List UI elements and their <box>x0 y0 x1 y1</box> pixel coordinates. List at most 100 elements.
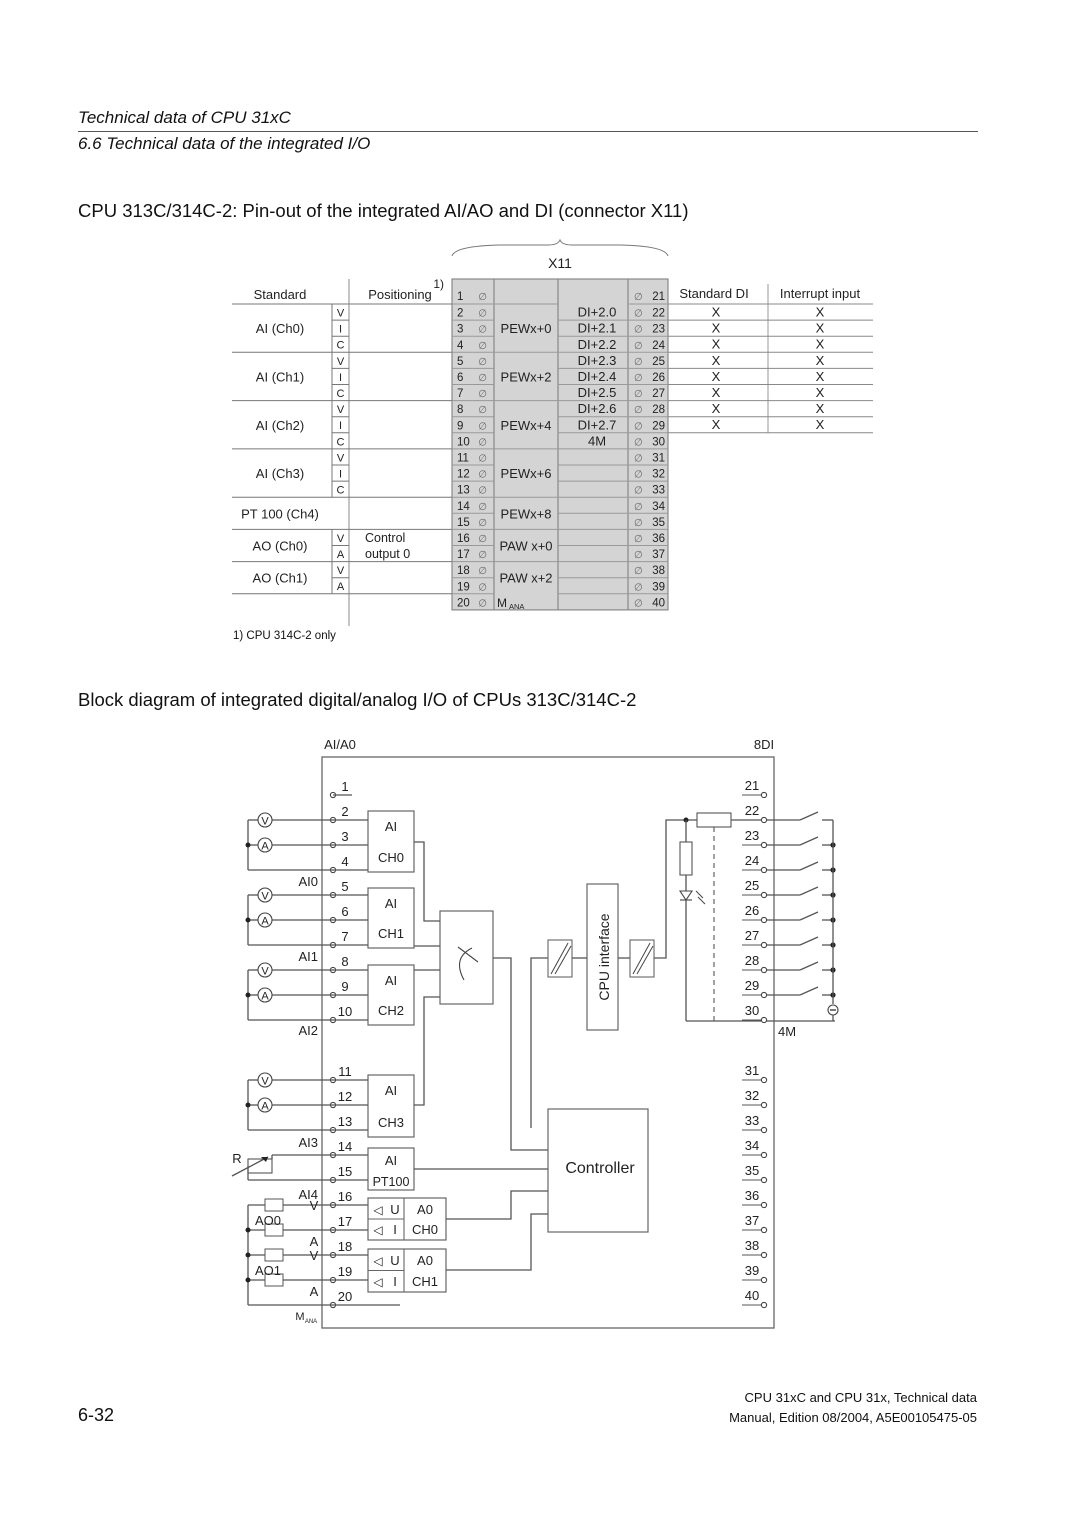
terminal-icon <box>760 1076 768 1084</box>
ao-block-channel: CH0 <box>412 1222 438 1237</box>
terminal-number: 19 <box>338 1264 352 1279</box>
group-label: AI3 <box>298 1135 318 1150</box>
terminal-number: 4 <box>341 854 348 869</box>
ao-group-label: AO1 <box>255 1263 281 1278</box>
led-ray <box>697 896 706 905</box>
terminal-number: 3 <box>341 829 348 844</box>
voltmeter-symbol: V <box>261 891 269 903</box>
ammeter-symbol: A <box>261 916 269 928</box>
ai-block-channel: CH1 <box>378 926 404 941</box>
switch-contact-icon <box>799 961 819 971</box>
terminal-icon <box>760 941 768 949</box>
ammeter-symbol: A <box>261 991 269 1003</box>
terminal-number: 2 <box>341 804 348 819</box>
ao-a-label: A <box>310 1284 319 1299</box>
switch-contact-icon <box>799 811 819 821</box>
voltmeter-symbol: V <box>261 816 269 828</box>
ai-block-label: AI <box>385 1153 397 1168</box>
ai-block-label: AI <box>385 1083 397 1098</box>
terminal-number: 34 <box>745 1138 759 1153</box>
ao-v-label: V <box>310 1198 319 1213</box>
terminal-icon <box>760 1176 768 1184</box>
dac-triangle-icon: ◁ <box>373 1223 383 1237</box>
terminal-number: 28 <box>745 953 759 968</box>
terminal-number: 31 <box>745 1063 759 1078</box>
junction-dot <box>245 1252 251 1258</box>
terminal-icon <box>760 891 768 899</box>
wire <box>446 1190 548 1220</box>
terminal-number: 17 <box>338 1214 352 1229</box>
ai-block-channel: CH2 <box>378 1003 404 1018</box>
terminal-number: 25 <box>745 878 759 893</box>
dac-triangle-icon: ◁ <box>373 1254 383 1268</box>
page-number: 6-32 <box>78 1405 115 1425</box>
terminal-number: 30 <box>745 1003 759 1018</box>
ao-current-label: I <box>393 1222 397 1237</box>
ammeter-symbol: A <box>261 1101 269 1113</box>
terminal-number: 38 <box>745 1238 759 1253</box>
load-resistor-icon <box>264 1248 284 1262</box>
terminal-icon <box>760 1276 768 1284</box>
ai-block-channel: CH0 <box>378 850 404 865</box>
ao-block-label: A0 <box>417 1253 433 1268</box>
group-label: AI0 <box>298 874 318 889</box>
terminal-icon <box>760 916 768 924</box>
load-resistor-icon <box>264 1198 284 1212</box>
label-8di: 8DI <box>754 737 774 752</box>
switch-contact-icon <box>799 936 819 946</box>
terminal-number: 16 <box>338 1189 352 1204</box>
switch-contact-icon <box>799 861 819 871</box>
voltmeter-symbol: V <box>261 966 269 978</box>
input-resistor-icon <box>696 812 732 828</box>
group-label: AI2 <box>298 1023 318 1038</box>
resistor-label: R <box>232 1151 241 1166</box>
terminal-icon <box>760 1016 768 1024</box>
terminal-number: 26 <box>745 903 759 918</box>
switch-contact-icon <box>799 986 819 996</box>
terminal-number: 13 <box>338 1114 352 1129</box>
terminal-number: 1 <box>341 779 348 794</box>
terminal-number: 36 <box>745 1188 759 1203</box>
terminal-icon <box>760 866 768 874</box>
footer-title: CPU 31xC and CPU 31x, Technical data <box>744 1390 977 1405</box>
terminal-icon <box>760 966 768 974</box>
dac-triangle-icon: ◁ <box>373 1275 383 1289</box>
terminal-number: 12 <box>338 1089 352 1104</box>
terminal-number: 18 <box>338 1239 352 1254</box>
terminal-number: 6 <box>341 904 348 919</box>
adc-block <box>439 910 494 1005</box>
ao-v-label: V <box>310 1248 319 1263</box>
ai-block-label: AI <box>385 973 397 988</box>
terminal-number: 7 <box>341 929 348 944</box>
ao-a-label: A <box>310 1234 319 1249</box>
terminal-icon <box>760 1126 768 1134</box>
switch-contact-icon <box>799 836 819 846</box>
terminal-icon <box>760 991 768 999</box>
block-diagram: AI/A0 8DI1234567891011121314151617181920A… <box>231 737 839 1329</box>
terminal-icon <box>760 1251 768 1259</box>
ao-voltage-label: U <box>390 1253 399 1268</box>
junction-dot <box>245 1277 251 1283</box>
ao-block-channel: CH1 <box>412 1274 438 1289</box>
led-icon <box>678 890 694 901</box>
terminal-number: 10 <box>338 1004 352 1019</box>
switch-contact-icon <box>799 911 819 921</box>
terminal-number: 21 <box>745 778 759 793</box>
junction-dot <box>245 842 251 848</box>
terminal-number: 11 <box>338 1064 352 1079</box>
terminal-number: 5 <box>341 879 348 894</box>
terminal-number: 24 <box>745 853 759 868</box>
terminal-number: 29 <box>745 978 759 993</box>
terminal-number: 37 <box>745 1213 759 1228</box>
terminal-number: 14 <box>338 1139 352 1154</box>
terminal-icon <box>760 816 768 824</box>
junction-dot <box>245 1227 251 1233</box>
ai-block-channel: CH3 <box>378 1115 404 1130</box>
controller-label: Controller <box>565 1160 635 1177</box>
footer-edition: Manual, Edition 08/2004, A5E00105475-05 <box>729 1410 977 1425</box>
label-ai-ao: AI/A0 <box>324 737 356 752</box>
terminal-icon <box>760 791 768 799</box>
terminal-icon <box>760 841 768 849</box>
ao-voltage-label: U <box>390 1202 399 1217</box>
led-resistor-icon <box>679 841 693 876</box>
